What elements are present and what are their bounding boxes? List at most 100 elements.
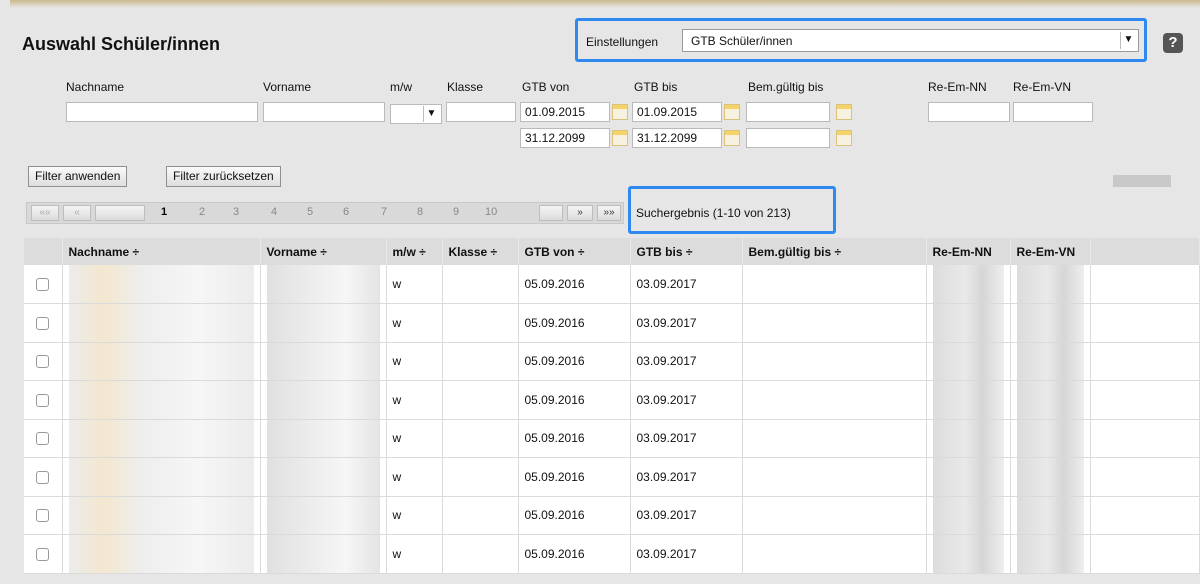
table-row[interactable]: w 05.09.2016 03.09.2017 <box>24 457 1200 497</box>
bem-to-input[interactable] <box>746 128 830 148</box>
redacted-re-em-vn <box>1016 342 1084 380</box>
nachname-cell <box>62 380 261 420</box>
re-em-vn-input[interactable] <box>1013 102 1093 122</box>
filter-label-vorname: Vorname <box>263 80 312 94</box>
header-mw[interactable]: m/w ÷ <box>386 238 443 265</box>
redacted-vorname <box>266 265 380 303</box>
row-checkbox[interactable] <box>36 470 50 484</box>
calendar-icon[interactable] <box>612 130 628 146</box>
re-em-nn-cell <box>926 534 1011 574</box>
settings-label: Einstellungen <box>586 35 659 49</box>
klasse-cell <box>442 342 519 381</box>
header-gtb-bis[interactable]: GTB bis ÷ <box>630 238 743 265</box>
top-border <box>10 0 1200 8</box>
page-number-input[interactable] <box>95 205 145 221</box>
calendar-icon[interactable] <box>724 104 740 120</box>
calendar-icon[interactable] <box>836 130 852 146</box>
page-link-2[interactable]: 2 <box>199 206 205 218</box>
gtb-bis-cell: 03.09.2017 <box>630 534 743 574</box>
header-nachname[interactable]: Nachname ÷ <box>62 238 261 265</box>
re-em-nn-cell <box>926 380 1011 420</box>
gtb-bis-to-input[interactable]: 31.12.2099 <box>632 128 722 148</box>
row-checkbox[interactable] <box>36 432 50 446</box>
redacted-re-em-nn <box>932 381 1004 419</box>
chevron-down-icon[interactable]: ▼ <box>423 106 439 122</box>
page-link-8[interactable]: 8 <box>417 206 423 218</box>
gtb-von-from-input[interactable]: 01.09.2015 <box>520 102 610 122</box>
filter-label-mw: m/w <box>390 80 412 94</box>
mw-cell: w <box>386 380 443 420</box>
row-checkbox[interactable] <box>36 316 50 330</box>
gtb-bis-cell: 03.09.2017 <box>630 342 743 381</box>
header-vorname[interactable]: Vorname ÷ <box>260 238 387 265</box>
page-link-3[interactable]: 3 <box>233 206 239 218</box>
table-row[interactable]: w 05.09.2016 03.09.2017 <box>24 380 1200 420</box>
filter-label-klasse: Klasse <box>447 80 484 94</box>
table-row[interactable]: w 05.09.2016 03.09.2017 <box>24 265 1200 304</box>
mw-select[interactable]: ▼ <box>390 104 442 124</box>
klasse-cell <box>442 496 519 535</box>
nachname-cell <box>62 342 261 381</box>
vorname-cell <box>260 496 387 535</box>
row-checkbox[interactable] <box>36 547 50 561</box>
row-checkbox-cell <box>24 303 63 343</box>
redacted-re-em-nn <box>932 304 1004 342</box>
next-page-button[interactable]: » <box>567 205 593 221</box>
header-gtb-von[interactable]: GTB von ÷ <box>518 238 631 265</box>
redacted-re-em-nn <box>932 342 1004 380</box>
vorname-input[interactable] <box>263 102 385 122</box>
re-em-nn-input[interactable] <box>928 102 1010 122</box>
redacted-re-em-nn <box>932 419 1004 457</box>
gtb-von-to-input[interactable]: 31.12.2099 <box>520 128 610 148</box>
first-page-button[interactable]: «« <box>31 205 59 221</box>
page-link-5[interactable]: 5 <box>307 206 313 218</box>
blurred-element <box>1113 175 1171 187</box>
mw-cell: w <box>386 496 443 535</box>
re-em-vn-cell <box>1010 496 1091 535</box>
redacted-vorname <box>266 458 380 496</box>
klasse-input[interactable] <box>446 102 516 122</box>
table-row[interactable]: w 05.09.2016 03.09.2017 <box>24 342 1200 381</box>
page-link-4[interactable]: 4 <box>271 206 277 218</box>
page-link-9[interactable]: 9 <box>453 206 459 218</box>
header-re-em-nn: Re-Em-NN <box>926 238 1011 265</box>
gtb-von-cell: 05.09.2016 <box>518 303 631 343</box>
redacted-re-em-vn <box>1016 304 1084 342</box>
gtb-bis-from-input[interactable]: 01.09.2015 <box>632 102 722 122</box>
calendar-icon[interactable] <box>612 104 628 120</box>
redacted-nachname <box>68 458 254 496</box>
row-checkbox[interactable] <box>36 278 50 292</box>
header-re-em-vn: Re-Em-VN <box>1010 238 1091 265</box>
filter-apply-button[interactable]: Filter anwenden <box>28 166 128 187</box>
vorname-cell <box>260 380 387 420</box>
redacted-nachname <box>68 381 254 419</box>
row-checkbox[interactable] <box>36 509 50 523</box>
calendar-icon[interactable] <box>836 104 852 120</box>
table-row[interactable]: w 05.09.2016 03.09.2017 <box>24 303 1200 343</box>
page-link-6[interactable]: 6 <box>343 206 349 218</box>
page-link-7[interactable]: 7 <box>381 206 387 218</box>
calendar-icon[interactable] <box>724 130 740 146</box>
row-checkbox[interactable] <box>36 393 50 407</box>
last-page-button[interactable]: »» <box>597 205 621 221</box>
settings-select[interactable]: GTB Schüler/innen ▼ <box>682 29 1139 52</box>
bem-from-input[interactable] <box>746 102 830 122</box>
row-checkbox[interactable] <box>36 355 50 369</box>
redacted-re-em-vn <box>1016 496 1084 534</box>
header-klasse[interactable]: Klasse ÷ <box>442 238 519 265</box>
prev-page-button[interactable]: « <box>63 205 91 221</box>
table-row[interactable]: w 05.09.2016 03.09.2017 <box>24 534 1200 574</box>
chevron-down-icon[interactable]: ▼ <box>1120 32 1136 49</box>
help-icon[interactable]: ? <box>1163 33 1183 53</box>
table-row[interactable]: w 05.09.2016 03.09.2017 <box>24 496 1200 535</box>
header-bem[interactable]: Bem.gültig bis ÷ <box>742 238 927 265</box>
table-row[interactable]: w 05.09.2016 03.09.2017 <box>24 419 1200 458</box>
search-result-count: Suchergebnis (1-10 von 213) <box>636 206 791 220</box>
filter-label-nachname: Nachname <box>66 80 125 94</box>
redacted-nachname <box>68 265 254 303</box>
filter-reset-button[interactable]: Filter zurücksetzen <box>166 166 281 187</box>
nachname-input[interactable] <box>66 102 258 122</box>
page-link-1[interactable]: 1 <box>161 206 167 218</box>
redacted-vorname <box>266 381 380 419</box>
page-link-10[interactable]: 10 <box>485 206 497 218</box>
